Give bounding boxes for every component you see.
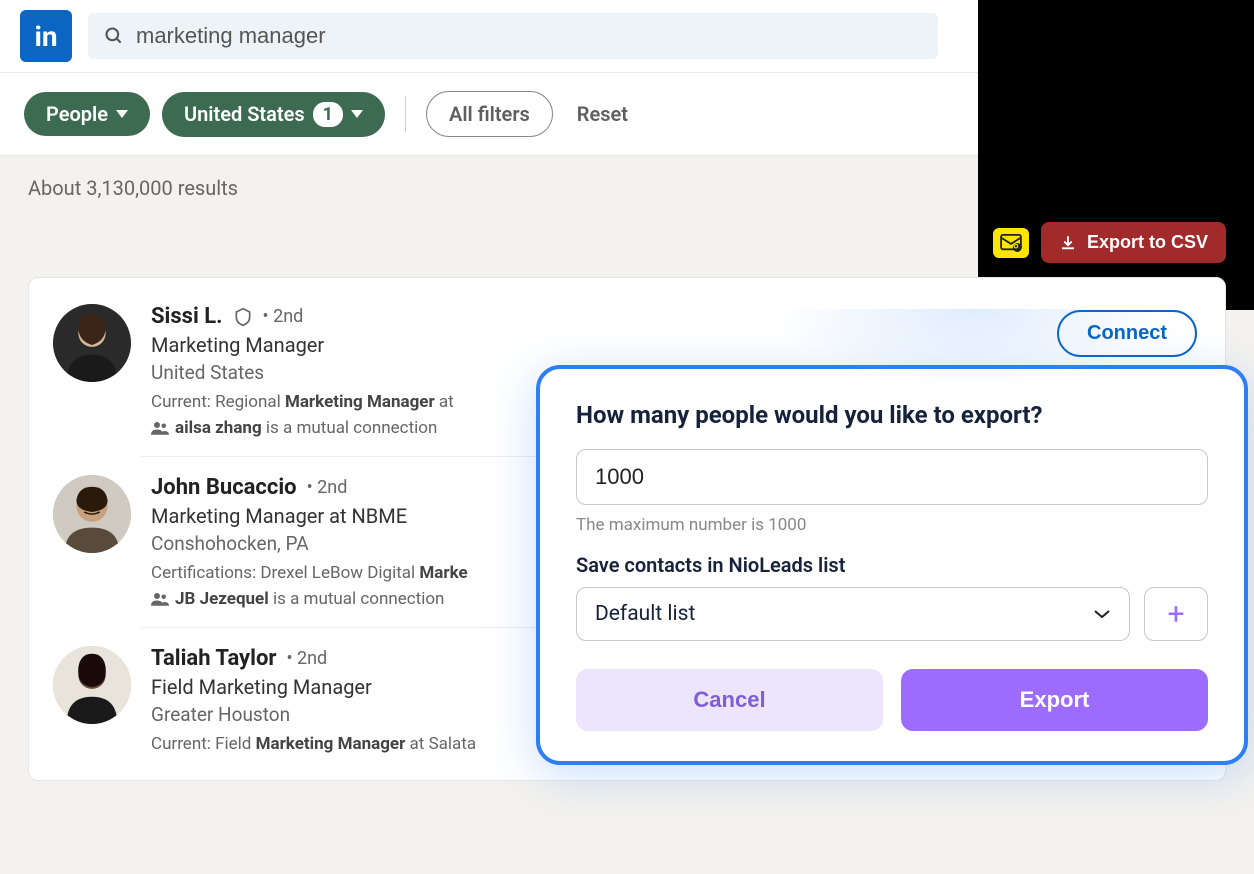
person-name[interactable]: Sissi L.: [151, 304, 223, 329]
search-bar: [88, 13, 938, 59]
search-icon: [104, 26, 124, 46]
cancel-button[interactable]: Cancel: [576, 669, 883, 731]
divider: [405, 96, 406, 132]
connection-degree: • 2nd: [307, 477, 348, 498]
export-count-input[interactable]: [576, 449, 1208, 505]
export-button[interactable]: Export: [901, 669, 1208, 731]
plus-icon: +: [1167, 597, 1184, 632]
export-row: Export to CSV: [28, 222, 1226, 263]
list-select-value: Default list: [595, 602, 695, 626]
results-count: About 3,130,000 results: [28, 176, 1226, 200]
filter-people[interactable]: People: [24, 92, 150, 136]
all-filters-button[interactable]: All filters: [426, 91, 553, 137]
people-icon: [151, 592, 169, 606]
connection-degree: • 2nd: [286, 648, 327, 669]
export-modal: How many people would you like to export…: [536, 365, 1248, 765]
connect-button[interactable]: Connect: [1057, 310, 1197, 357]
avatar[interactable]: [53, 475, 131, 553]
connection-degree: • 2nd: [263, 306, 304, 327]
search-input[interactable]: [136, 23, 922, 49]
people-icon: [151, 421, 169, 435]
filter-location[interactable]: United States 1: [162, 92, 385, 137]
chevron-down-icon: [1093, 609, 1111, 619]
add-list-button[interactable]: +: [1144, 587, 1208, 641]
person-name[interactable]: Taliah Taylor: [151, 646, 276, 671]
modal-heading: How many people would you like to export…: [576, 401, 1208, 429]
filter-people-label: People: [46, 102, 108, 126]
filter-location-label: United States: [184, 102, 305, 126]
person-name[interactable]: John Bucaccio: [151, 475, 297, 500]
all-filters-label: All filters: [449, 102, 530, 126]
filter-location-count: 1: [313, 102, 343, 127]
verified-icon: [233, 307, 253, 327]
person-title: Marketing Manager: [151, 333, 1201, 357]
export-csv-label: Export to CSV: [1087, 232, 1208, 253]
reset-link[interactable]: Reset: [577, 102, 628, 126]
avatar[interactable]: [53, 646, 131, 724]
nioleads-icon[interactable]: [993, 228, 1029, 258]
caret-down-icon: [116, 110, 128, 118]
caret-down-icon: [351, 110, 363, 118]
download-icon: [1059, 234, 1077, 252]
linkedin-logo[interactable]: in: [20, 10, 72, 62]
avatar[interactable]: [53, 304, 131, 382]
save-list-label: Save contacts in NioLeads list: [576, 553, 1208, 577]
modal-hint: The maximum number is 1000: [576, 515, 1208, 535]
list-select[interactable]: Default list: [576, 587, 1130, 641]
export-csv-button[interactable]: Export to CSV: [1041, 222, 1226, 263]
search-input-wrap[interactable]: [88, 13, 938, 59]
